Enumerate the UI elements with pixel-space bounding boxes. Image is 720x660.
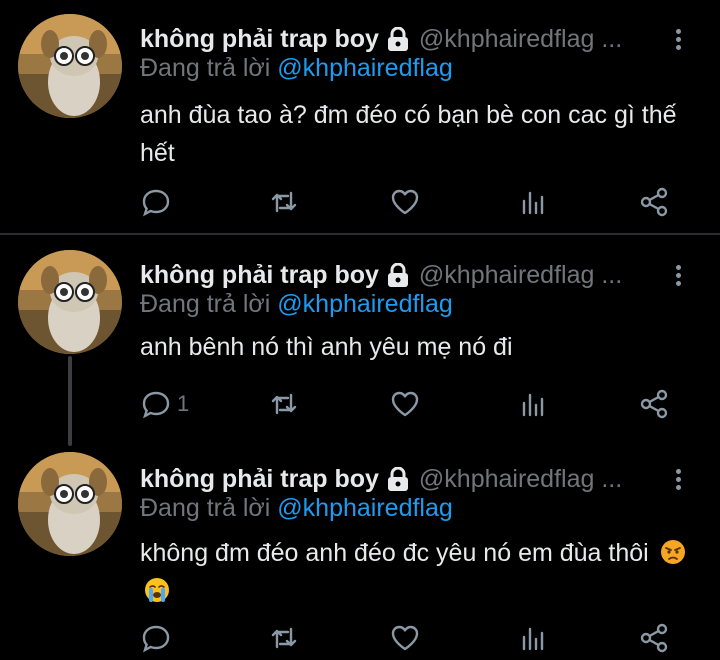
mention-link[interactable]: @khphairedflag: [277, 54, 453, 82]
stats-button[interactable]: [518, 388, 548, 420]
stats-icon: [522, 627, 544, 651]
retweet-button[interactable]: [269, 388, 299, 420]
lock-icon: [387, 466, 409, 491]
more-icon[interactable]: [668, 26, 688, 52]
stats-button[interactable]: [518, 622, 548, 654]
retweet-icon: [271, 393, 297, 415]
reply-button[interactable]: [141, 622, 177, 654]
reply-icon: [142, 189, 170, 217]
author-handle[interactable]: @khphairedflag ...: [419, 25, 622, 54]
replying-to: Đang trả lời @khphairedflag: [140, 494, 453, 523]
avatar[interactable]: [18, 250, 122, 354]
author-name[interactable]: không phải trap boy: [140, 261, 379, 290]
tweet-text-content: không đm đéo anh đéo đc yêu nó em đùa th…: [140, 539, 649, 567]
lock-icon: [387, 26, 409, 51]
replying-prefix: Đang trả lời: [140, 494, 271, 522]
retweet-button[interactable]: [269, 622, 299, 654]
tweet-header: không phải trap boy @khphairedflag ...: [140, 258, 622, 292]
stats-icon: [522, 191, 544, 215]
replying-to: Đang trả lời @khphairedflag: [140, 54, 453, 83]
replying-to: Đang trả lời @khphairedflag: [140, 290, 453, 319]
retweet-button[interactable]: [269, 186, 299, 218]
stats-icon: [522, 393, 544, 417]
mention-link[interactable]: @khphairedflag: [277, 290, 453, 318]
loudly-crying-face-emoji: [145, 578, 169, 602]
tweet-actions: 1: [0, 384, 720, 424]
author-name[interactable]: không phải trap boy: [140, 25, 379, 54]
tweet-actions: [0, 618, 720, 658]
like-button[interactable]: [390, 622, 420, 654]
author-name[interactable]: không phải trap boy: [140, 465, 379, 494]
share-icon: [640, 389, 668, 419]
replying-prefix: Đang trả lời: [140, 54, 271, 82]
retweet-icon: [271, 627, 297, 649]
tweet-text: không đm đéo anh đéo đc yêu nó em đùa th…: [140, 534, 700, 610]
share-icon: [640, 623, 668, 653]
angry-face-emoji: [660, 540, 685, 564]
share-button[interactable]: [639, 622, 669, 654]
mention-link[interactable]: @khphairedflag: [277, 494, 453, 522]
tweet-header: không phải trap boy @khphairedflag ...: [140, 22, 622, 56]
like-icon: [391, 391, 419, 417]
share-button[interactable]: [639, 186, 669, 218]
avatar[interactable]: [18, 452, 122, 556]
tweet-text: anh bênh nó thì anh yêu mẹ nó đi: [140, 333, 513, 361]
tweet[interactable]: không phải trap boy @khphairedflag ... Đ…: [0, 0, 720, 232]
stats-button[interactable]: [518, 186, 548, 218]
tweet-actions: [0, 182, 720, 222]
reply-button[interactable]: 1: [141, 388, 189, 420]
more-icon[interactable]: [668, 466, 688, 492]
reply-button[interactable]: [141, 186, 177, 218]
like-icon: [391, 189, 419, 215]
reply-icon: [142, 391, 170, 419]
like-button[interactable]: [390, 388, 420, 420]
reply-icon: [142, 625, 170, 653]
tweet-text: anh đùa tao à? đm đéo có bạn bè con cac …: [140, 101, 677, 167]
share-button[interactable]: [639, 388, 669, 420]
share-icon: [640, 187, 668, 217]
tweet[interactable]: không phải trap boy @khphairedflag ... Đ…: [0, 440, 720, 660]
more-icon[interactable]: [668, 262, 688, 288]
tweet-header: không phải trap boy @khphairedflag ...: [140, 462, 622, 496]
author-handle[interactable]: @khphairedflag ...: [419, 465, 622, 494]
tweet[interactable]: không phải trap boy @khphairedflag ... Đ…: [0, 236, 720, 438]
like-icon: [391, 625, 419, 651]
lock-icon: [387, 262, 409, 287]
retweet-icon: [271, 191, 297, 213]
author-handle[interactable]: @khphairedflag ...: [419, 261, 622, 290]
like-button[interactable]: [390, 186, 420, 218]
replying-prefix: Đang trả lời: [140, 290, 271, 318]
divider: [0, 233, 720, 235]
avatar[interactable]: [18, 14, 122, 118]
reply-count: 1: [177, 391, 190, 416]
